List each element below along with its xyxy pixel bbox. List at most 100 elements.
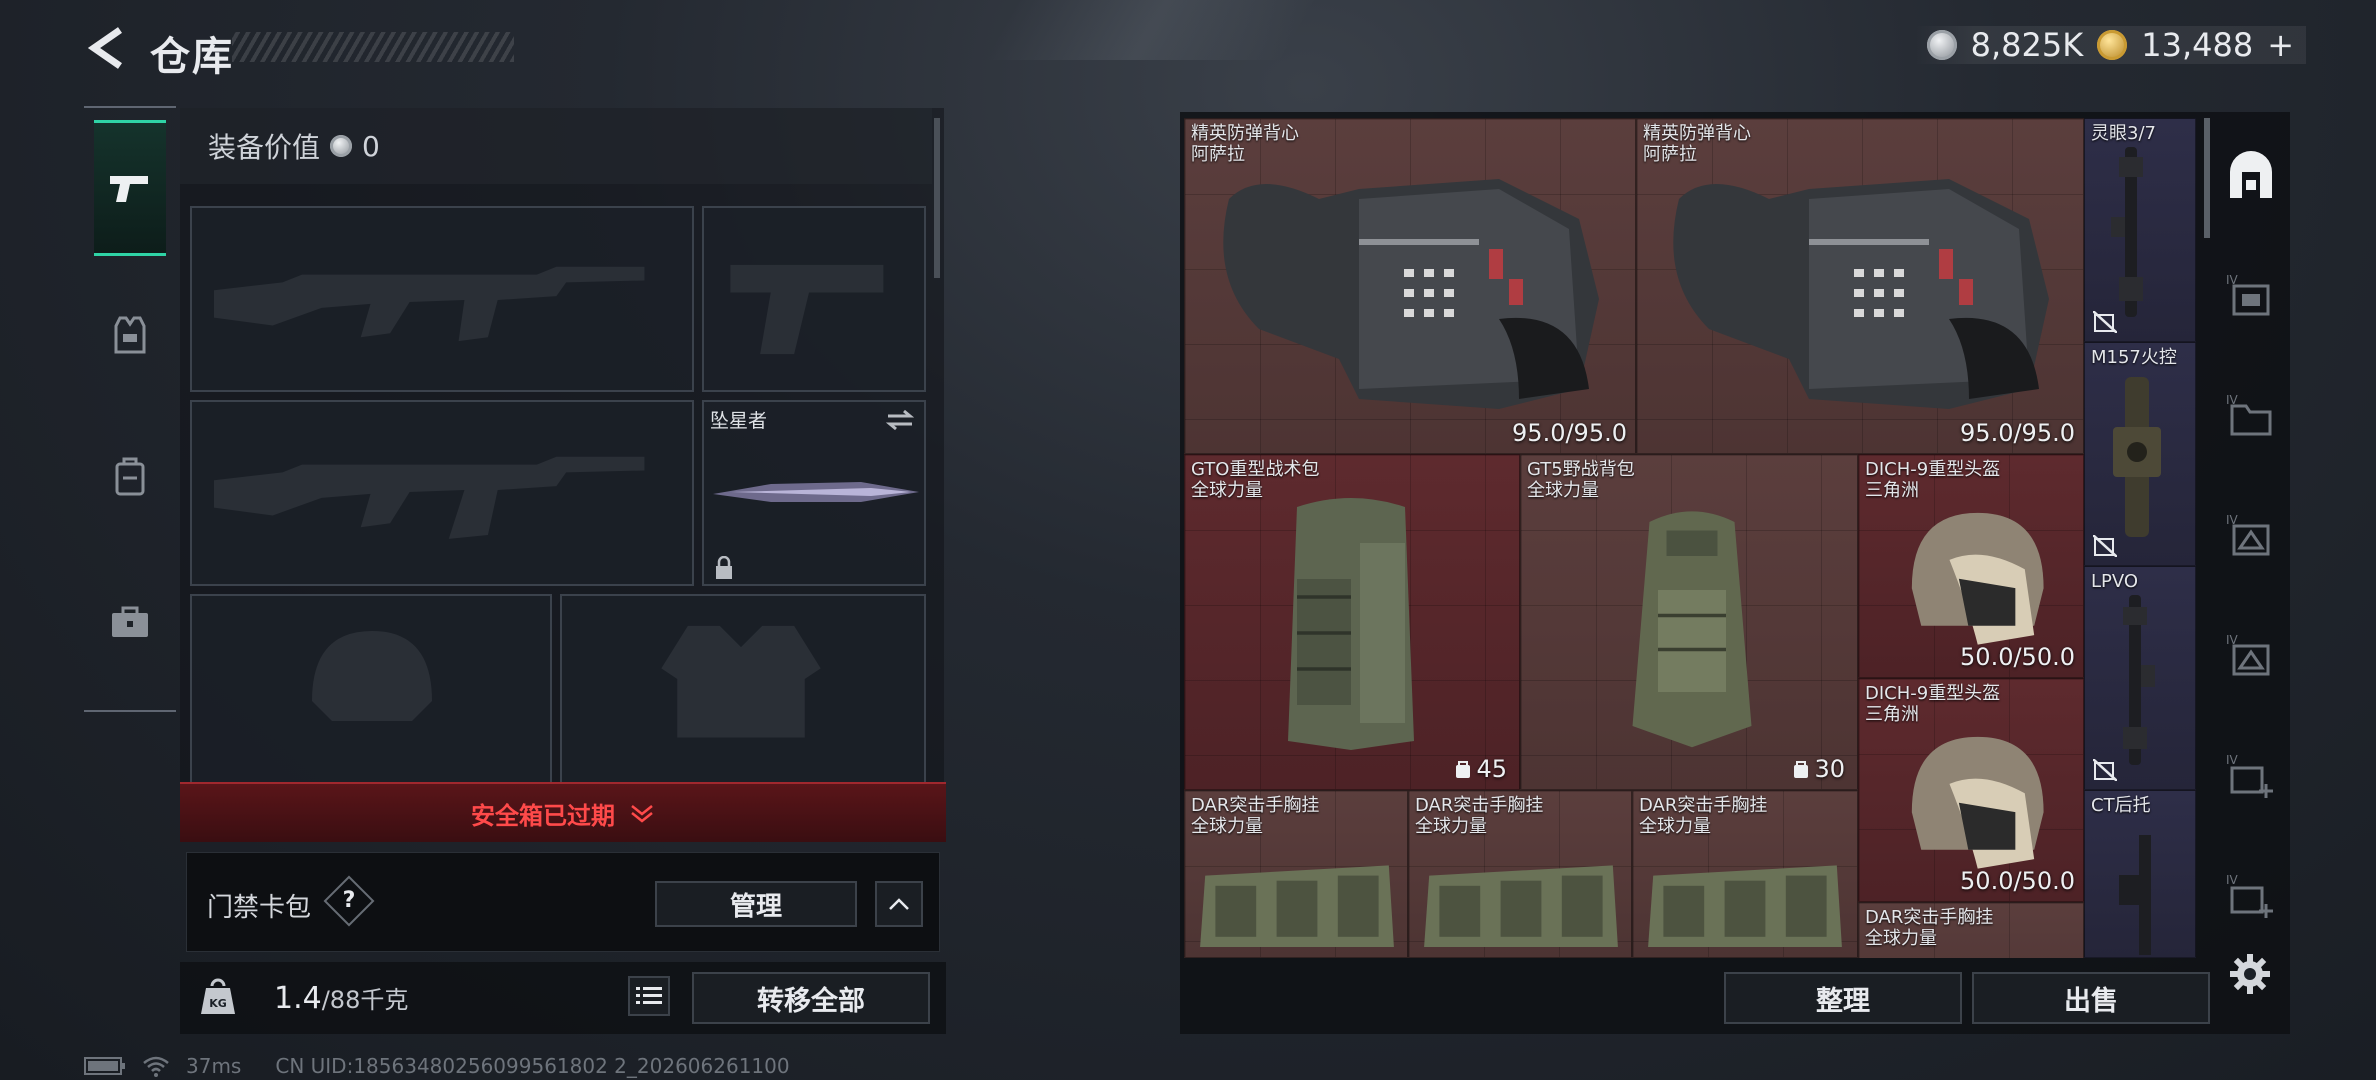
status-bar: 37ms CN UID:18563480256099561802 2_20260…: [84, 1054, 790, 1078]
silver-amount: 8,825K: [1970, 26, 2084, 64]
currency-bar: 8,825K 13,488 +: [1914, 26, 2306, 64]
inventory-item[interactable]: 灵眼3/7: [2084, 118, 2196, 342]
pistol-silhouette-icon: [730, 264, 884, 355]
chest-rig-art: [1648, 865, 1842, 947]
list-view-button[interactable]: [628, 976, 670, 1016]
inventory-item[interactable]: DAR突击手胸挂 全球力量: [1184, 790, 1408, 958]
item-name: DICH-9重型头盔: [1865, 459, 2001, 480]
gear-icon[interactable]: [2228, 952, 2272, 996]
item-subtitle: 全球力量: [1527, 480, 1599, 501]
tactical-backpack-art: [1288, 498, 1414, 750]
sort-button[interactable]: 整理: [1724, 972, 1962, 1024]
item-name: DAR突击手胸挂: [1639, 795, 1768, 816]
inventory-scrollbar[interactable]: [2204, 118, 2210, 238]
safe-box-label: 安全箱已过期: [471, 801, 615, 830]
item-name: GT5野战背包: [1527, 459, 1635, 480]
safe-box-expired-banner[interactable]: 安全箱已过期: [180, 782, 946, 842]
item-name: 精英防弹背心: [1643, 123, 1751, 144]
list-icon: [636, 987, 662, 1004]
secondary-weapon-slot[interactable]: [190, 400, 694, 586]
lock-icon: [716, 556, 732, 579]
attachment-column: 灵眼3/7 M157火控 LPVO CT后托: [2084, 118, 2196, 958]
inventory-item[interactable]: DICH-9重型头盔 三角洲 50.0/50.0: [1858, 678, 2084, 902]
inventory-item[interactable]: LPVO: [2084, 566, 2196, 790]
inventory-item[interactable]: DAR突击手胸挂 全球力量: [1632, 790, 1858, 958]
svg-text:KG: KG: [209, 997, 227, 1010]
storage-slot-5-icon[interactable]: IV: [2224, 748, 2278, 802]
item-durability: 50.0/50.0: [1960, 643, 2075, 671]
primary-weapon-slot[interactable]: [190, 206, 694, 392]
help-icon[interactable]: ?: [323, 875, 375, 927]
weight-max: /88千克: [321, 986, 409, 1014]
inventory-grid: 精英防弹背心 阿萨拉 95.0/95.0 精英防弹背心 阿萨拉 95.0/95.0 …: [1184, 118, 2084, 958]
heavy-helmet-art: [1911, 512, 2044, 645]
equipment-scrollbar[interactable]: [934, 118, 940, 278]
side-nav: [84, 106, 176, 712]
nav-tab-case[interactable]: [94, 554, 166, 690]
inventory-item[interactable]: DAR突击手胸挂 全球力量: [1408, 790, 1632, 958]
armor-vest-icon: [114, 316, 146, 354]
inventory-item[interactable]: 精英防弹背心 阿萨拉 95.0/95.0: [1184, 118, 1636, 454]
fire-control-art: [2113, 377, 2161, 537]
helmet-slot[interactable]: [190, 594, 552, 794]
rifle-scope-art: [2111, 147, 2143, 317]
inventory-item[interactable]: GT5野战背包 全球力量 30: [1520, 454, 1858, 790]
chest-rig-art: [1424, 865, 1618, 947]
gold-add-button[interactable]: +: [2267, 26, 2294, 64]
item-subtitle: 全球力量: [1639, 816, 1711, 837]
rifle-silhouette-icon: [214, 266, 645, 342]
transfer-all-button[interactable]: 转移全部: [692, 972, 930, 1024]
wifi-icon: [143, 1056, 169, 1077]
item-name: M157火控: [2091, 347, 2177, 368]
item-durability: 95.0/95.0: [1512, 419, 1627, 447]
equipment-value-amount: 0: [362, 129, 380, 163]
inventory-item[interactable]: DICH-9重型头盔 三角洲 50.0/50.0: [1858, 454, 2084, 678]
inventory-item[interactable]: DAR突击手胸挂 全球力量: [1858, 902, 2084, 958]
chest-rig-art: [1200, 865, 1394, 947]
melee-slot[interactable]: 坠星者: [702, 400, 926, 586]
sidearm-slot[interactable]: [702, 206, 926, 392]
item-name: DICH-9重型头盔: [1865, 683, 2001, 704]
heavy-helmet-art: [1911, 736, 2044, 869]
manage-button[interactable]: 管理: [655, 881, 857, 927]
storage-slot-2-icon[interactable]: IV: [2224, 388, 2278, 442]
storage-slot-4-icon[interactable]: IV: [2224, 628, 2278, 682]
item-capacity: 45: [1454, 755, 1507, 783]
silver-coin-icon: [330, 135, 353, 157]
inventory-item[interactable]: GTO重型战术包 全球力量 45: [1184, 454, 1520, 790]
nav-tab-weapons[interactable]: [94, 120, 166, 256]
item-name: DAR突击手胸挂: [1415, 795, 1544, 816]
item-subtitle: 三角洲: [1865, 704, 1919, 725]
pistol-icon: [110, 176, 148, 202]
back-arrow-icon[interactable]: [84, 24, 128, 72]
item-subtitle: 全球力量: [1865, 928, 1937, 949]
nav-tab-armor[interactable]: [94, 268, 166, 404]
inventory-item[interactable]: M157火控: [2084, 342, 2196, 566]
weight-readout: 1.4/88千克: [274, 980, 408, 1016]
sell-button[interactable]: 出售: [1972, 972, 2210, 1024]
collapse-button[interactable]: [875, 881, 923, 927]
main-storage-icon[interactable]: [2224, 148, 2278, 202]
battery-icon: [84, 1057, 125, 1075]
nav-tab-backpack[interactable]: [94, 408, 166, 544]
capacity-icon: [1794, 761, 1809, 778]
item-subtitle: 全球力量: [1415, 816, 1487, 837]
item-name: 灵眼3/7: [2091, 123, 2156, 144]
inventory-item[interactable]: 精英防弹背心 阿萨拉 95.0/95.0: [1636, 118, 2084, 454]
equipment-value-label: 装备价值: [208, 131, 321, 164]
uid-readout: CN UID:18563480256099561802 2_2026062611…: [275, 1054, 790, 1078]
combat-knife-icon: [713, 482, 919, 502]
armor-slot[interactable]: [560, 594, 926, 794]
swap-arrows-icon[interactable]: [884, 408, 916, 432]
inventory-item[interactable]: CT后托: [2084, 790, 2196, 958]
page-title: 仓库: [150, 34, 234, 80]
access-card-label: 门禁卡包: [207, 893, 312, 923]
vest-silhouette-icon: [661, 625, 821, 738]
storage-slot-3-icon[interactable]: IV: [2224, 508, 2278, 562]
helmet-silhouette-icon: [312, 631, 432, 721]
storage-slot-6-icon[interactable]: IV: [2224, 868, 2278, 922]
no-insurance-icon: [2093, 535, 2117, 557]
item-durability: 95.0/95.0: [1960, 419, 2075, 447]
storage-slot-1-icon[interactable]: IV: [2224, 268, 2278, 322]
backpack-icon: [115, 457, 145, 496]
